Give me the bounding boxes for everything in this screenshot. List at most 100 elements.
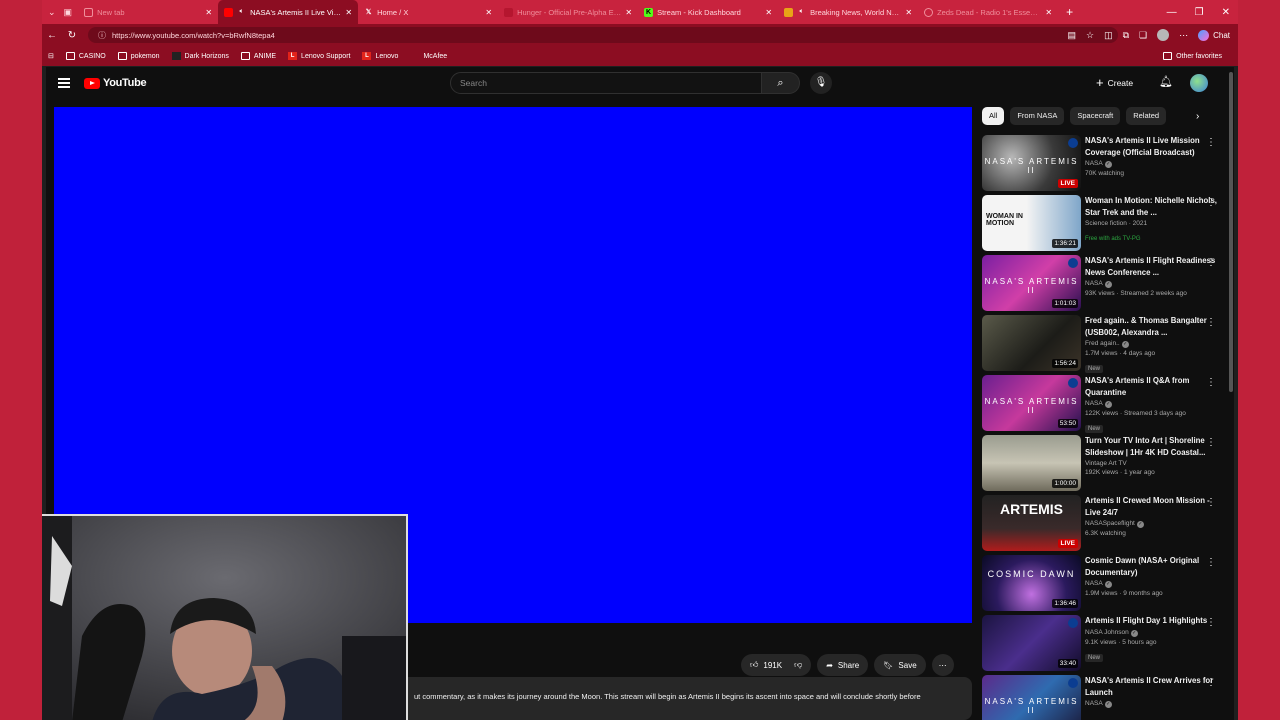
search-button[interactable]: ⌕: [762, 72, 800, 94]
minimize-icon[interactable]: —: [1167, 7, 1177, 18]
list-item[interactable]: COSMIC DAWN 1:36:46 Cosmic Dawn (NASA+ O…: [982, 555, 1226, 615]
search-input[interactable]: Search: [450, 72, 762, 94]
close-icon[interactable]: ✕: [765, 8, 772, 17]
more-vert-icon[interactable]: ⋮: [1206, 317, 1216, 328]
restore-icon[interactable]: ❐: [1195, 7, 1204, 18]
video-title[interactable]: Turn Your TV Into Art | Shoreline Slides…: [1085, 435, 1226, 458]
tab-new-tab[interactable]: New tab ✕: [78, 1, 218, 23]
more-vert-icon[interactable]: ⋮: [1206, 437, 1216, 448]
close-icon[interactable]: ✕: [205, 8, 212, 17]
video-thumbnail[interactable]: COSMIC DAWN 1:36:46: [982, 555, 1081, 611]
video-title[interactable]: Woman In Motion: Nichelle Nichols, Star …: [1085, 195, 1226, 218]
video-title[interactable]: NASA's Artemis II Q&A from Quarantine: [1085, 375, 1226, 398]
like-button[interactable]: 👍︎ 191K: [741, 654, 792, 676]
youtube-logo[interactable]: YouTube: [84, 77, 147, 89]
create-button[interactable]: + Create: [1096, 75, 1133, 90]
video-thumbnail[interactable]: NASA'S ARTEMIS II LIVE: [982, 135, 1081, 191]
close-icon[interactable]: ✕: [905, 8, 912, 17]
tab-breaking-news[interactable]: 🔈︎ Breaking News, World News a… ✕: [778, 1, 918, 23]
tab-artemis-live[interactable]: 🔈︎ NASA's Artemis II Live Views ✕: [218, 0, 359, 24]
profile-avatar[interactable]: [1157, 29, 1170, 41]
reader-icon[interactable]: ▤: [1067, 30, 1076, 41]
page-scrollbar[interactable]: [1228, 67, 1234, 719]
voice-search-button[interactable]: 🎙︎: [810, 72, 832, 94]
list-item[interactable]: ARTEMIS LIVE Artemis II Crewed Moon Miss…: [982, 495, 1226, 555]
new-tab-button[interactable]: +: [1066, 5, 1073, 19]
channel-name[interactable]: Science fiction · 2021: [1085, 220, 1226, 227]
close-window-icon[interactable]: ✕: [1222, 7, 1230, 18]
more-vert-icon[interactable]: ⋮: [1206, 257, 1216, 268]
channel-name[interactable]: NASA ✓: [1085, 580, 1226, 588]
video-title[interactable]: Cosmic Dawn (NASA+ Original Documentary): [1085, 555, 1226, 578]
scrollbar-thumb[interactable]: [1229, 72, 1233, 392]
workspaces-icon[interactable]: ▣: [64, 7, 73, 18]
video-title[interactable]: Fred again.. & Thomas Bangalter (USB002,…: [1085, 315, 1226, 338]
video-thumbnail[interactable]: 1:00:00: [982, 435, 1081, 491]
channel-name[interactable]: NASASpaceflight ✓: [1085, 520, 1226, 528]
list-item[interactable]: WOMAN IN MOTION 1:36:21 Woman In Motion:…: [982, 195, 1226, 255]
close-icon[interactable]: ✕: [625, 8, 632, 17]
close-icon[interactable]: ✕: [485, 8, 492, 17]
video-thumbnail[interactable]: NASA'S ARTEMIS II 1:01:03: [982, 255, 1081, 311]
more-vert-icon[interactable]: ⋮: [1206, 197, 1216, 208]
video-title[interactable]: Artemis II Crewed Moon Mission - Live 24…: [1085, 495, 1226, 518]
list-item[interactable]: 33:40 Artemis II Flight Day 1 Highlights…: [982, 615, 1226, 675]
more-icon[interactable]: ⋯: [1179, 30, 1188, 41]
bookmark-anime[interactable]: ANIME: [235, 52, 282, 60]
list-item[interactable]: NASA'S ARTEMIS II NASA's Artemis II Crew…: [982, 675, 1226, 720]
tab-hunger[interactable]: Hunger - Official Pre-Alpha Exten… ✕: [498, 1, 638, 23]
more-vert-icon[interactable]: ⋮: [1206, 497, 1216, 508]
more-vert-icon[interactable]: ⋮: [1206, 557, 1216, 568]
video-thumbnail[interactable]: NASA'S ARTEMIS II 53:50: [982, 375, 1081, 431]
tab-zeds-dead[interactable]: Zeds Dead - Radio 1's Essential M… ✕: [918, 1, 1058, 23]
list-item[interactable]: NASA'S ARTEMIS II LIVE NASA's Artemis II…: [982, 135, 1226, 195]
chip-from-nasa[interactable]: From NASA: [1010, 107, 1065, 125]
bookmark-lenovo-support[interactable]: L Lenovo Support: [282, 52, 356, 60]
video-title[interactable]: Artemis II Flight Day 1 Highlights: [1085, 615, 1226, 627]
tab-list-icon[interactable]: ⌄: [48, 7, 56, 18]
video-title[interactable]: NASA's Artemis II Live Mission Coverage …: [1085, 135, 1226, 158]
list-item[interactable]: NASA'S ARTEMIS II 53:50 NASA's Artemis I…: [982, 375, 1226, 435]
channel-name[interactable]: Fred again.. ✓: [1085, 340, 1226, 348]
save-button[interactable]: 🔖︎ Save: [874, 654, 926, 676]
tab-kick-dashboard[interactable]: K Stream - Kick Dashboard ✕: [638, 1, 778, 23]
close-icon[interactable]: ✕: [345, 8, 352, 17]
video-thumbnail[interactable]: WOMAN IN MOTION 1:36:21: [982, 195, 1081, 251]
speaker-icon[interactable]: 🔈︎: [237, 8, 246, 17]
chip-related[interactable]: Related: [1126, 107, 1167, 125]
chip-spacecraft[interactable]: Spacecraft: [1070, 107, 1121, 125]
account-avatar[interactable]: [1190, 74, 1208, 92]
video-thumbnail[interactable]: NASA'S ARTEMIS II: [982, 675, 1081, 720]
video-title[interactable]: NASA's Artemis II Crew Arrives for Launc…: [1085, 675, 1226, 698]
video-title[interactable]: NASA's Artemis II Flight Readiness News …: [1085, 255, 1226, 278]
close-icon[interactable]: ✕: [1045, 8, 1052, 17]
more-vert-icon[interactable]: ⋮: [1206, 377, 1216, 388]
bookmark-dark-horizons[interactable]: Dark Horizons: [166, 52, 235, 60]
list-item[interactable]: NASA'S ARTEMIS II 1:01:03 NASA's Artemis…: [982, 255, 1226, 315]
tab-home-x[interactable]: 𝕏 Home / X ✕: [358, 1, 498, 23]
bookmark-lenovo[interactable]: L Lenovo: [356, 52, 404, 60]
copilot-button[interactable]: Chat: [1198, 29, 1230, 41]
chip-all[interactable]: All: [982, 107, 1005, 125]
split-screen-icon[interactable]: ◫: [1104, 30, 1113, 41]
dislike-button[interactable]: 👎︎: [785, 654, 812, 676]
list-item[interactable]: 1:56:24 Fred again.. & Thomas Bangalter …: [982, 315, 1226, 375]
more-vert-icon[interactable]: ⋮: [1206, 677, 1216, 688]
extensions-icon[interactable]: ⧉: [1123, 30, 1129, 41]
chevron-right-icon[interactable]: ›: [1196, 111, 1199, 122]
import-favorites-icon[interactable]: ⊟: [42, 52, 60, 60]
more-vert-icon[interactable]: ⋮: [1206, 617, 1216, 628]
channel-name[interactable]: NASA ✓: [1085, 160, 1226, 168]
site-info-icon[interactable]: ⓘ: [98, 30, 106, 41]
refresh-icon[interactable]: ↻: [62, 30, 82, 41]
favorite-star-icon[interactable]: ☆: [1086, 30, 1094, 41]
speaker-icon[interactable]: 🔈︎: [797, 8, 806, 17]
channel-name[interactable]: Vintage Art TV: [1085, 460, 1226, 467]
video-thumbnail[interactable]: 1:56:24: [982, 315, 1081, 371]
bookmark-casino[interactable]: CASINO: [60, 52, 112, 60]
address-bar[interactable]: ⓘ https://www.youtube.com/watch?v=bRwfN8…: [88, 27, 1118, 43]
channel-name[interactable]: NASA Johnson ✓: [1085, 629, 1226, 637]
more-actions-button[interactable]: ⋯: [931, 654, 954, 676]
collections-icon[interactable]: ❏: [1139, 30, 1147, 41]
menu-icon[interactable]: [58, 78, 70, 88]
